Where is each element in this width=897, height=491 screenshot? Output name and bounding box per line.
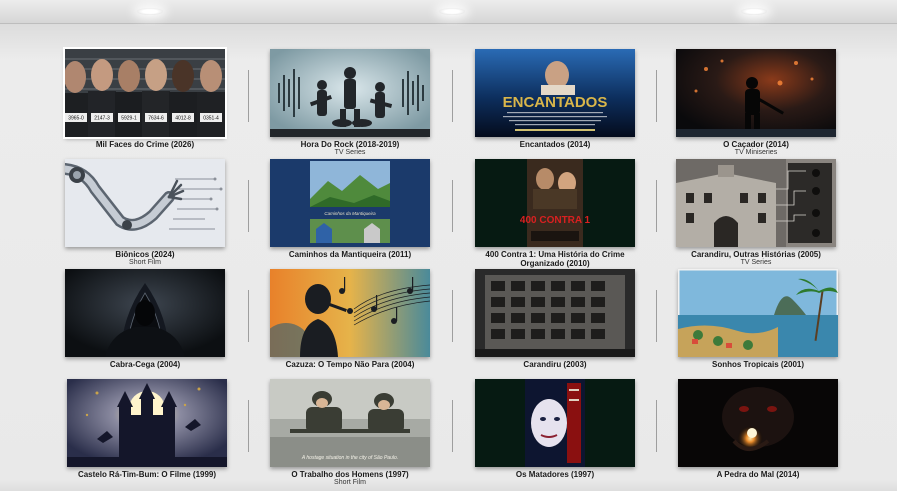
singer-music-notes-icon [270,269,430,357]
movie-title: Os Matadores (1997) [515,470,595,479]
rock-band-icon [270,49,430,137]
mountain-landscape-icon: Caminhos da Mantiqueira [270,159,430,247]
tropical-bay-icon [678,269,838,357]
movie-title: Carandiru, Outras Histórias (2005) [691,250,821,259]
hooded-figure-icon [65,269,225,357]
movie-title: O Caçador (2014) [723,140,789,149]
svg-text:A hostage situation in the cit: A hostage situation in the city of São P… [301,455,398,461]
movie-subtitle: TV Miniseries [734,149,778,156]
movie-subtitle: Short Film [334,479,366,486]
column-divider [656,180,657,232]
column-divider [452,400,453,452]
soldiers-photo-icon: A hostage situation in the city of São P… [270,379,430,467]
column-divider [248,290,249,342]
movie-title: Sonhos Tropicais (2001) [711,360,805,369]
svg-text:3965-0: 3965-0 [68,116,84,122]
svg-text:4012-8: 4012-8 [175,116,191,122]
column-divider [452,70,453,122]
movie-subtitle: TV Series [740,259,772,266]
glowing-stone-face-icon [678,379,838,467]
column-divider [656,290,657,342]
column-divider [656,70,657,122]
400-contra-poster-icon: 400 CONTRA 1 [475,159,635,247]
svg-text:2147-3: 2147-3 [94,116,110,122]
movie-title: Cazuza: O Tempo Não Para (2004) [285,360,415,369]
svg-text:ENCANTADOS: ENCANTADOS [503,94,608,111]
movie-title: Carandiru (2003) [523,360,587,369]
mugshot-lineup-icon: 3965-0 2147-3 5929-1 7634-6 4012-8 0351-… [65,49,225,137]
movie-title: Encantados (2014) [519,140,591,149]
movie-title: Mil Faces do Crime (2026) [95,140,195,149]
movie-title: Castelo Rá-Tim-Bum: O Filme (1999) [77,470,217,479]
matadores-poster-icon [475,379,635,467]
castle-silhouette-icon [67,379,227,467]
prison-building-icon [676,159,836,247]
movie-title: Biônicos (2024) [115,250,175,259]
column-divider [248,400,249,452]
apartment-block-icon [475,269,635,357]
svg-text:7634-6: 7634-6 [148,116,164,122]
movie-subtitle: TV Series [334,149,366,156]
movie-subtitle: Short Film [129,259,161,266]
column-divider [248,180,249,232]
movie-title: Cabra-Cega (2004) [109,360,181,369]
svg-text:Caminhos da Mantiqueira: Caminhos da Mantiqueira [324,211,376,216]
svg-text:400 CONTRA 1: 400 CONTRA 1 [520,215,591,226]
svg-text:0351-4: 0351-4 [203,116,219,122]
encantados-poster-icon: ENCANTADOS [475,49,635,137]
movie-title: O Trabalho dos Homens (1997) [291,470,409,479]
column-divider [452,180,453,232]
column-divider [248,70,249,122]
svg-text:5929-1: 5929-1 [121,116,137,122]
hunter-silhouette-icon [676,49,836,137]
movie-grid: 3965-0 2147-3 5929-1 7634-6 4012-8 0351-… [0,0,897,491]
movie-title: 400 Contra 1: Uma História do Crime Orga… [485,250,625,268]
column-divider [452,290,453,342]
bionic-arm-icon [65,159,225,247]
column-divider [656,400,657,452]
movie-title: Caminhos da Mantiqueira (2011) [288,250,412,259]
movie-title: A Pedra do Mal (2014) [716,470,800,479]
movie-title: Hora Do Rock (2018-2019) [300,140,400,149]
